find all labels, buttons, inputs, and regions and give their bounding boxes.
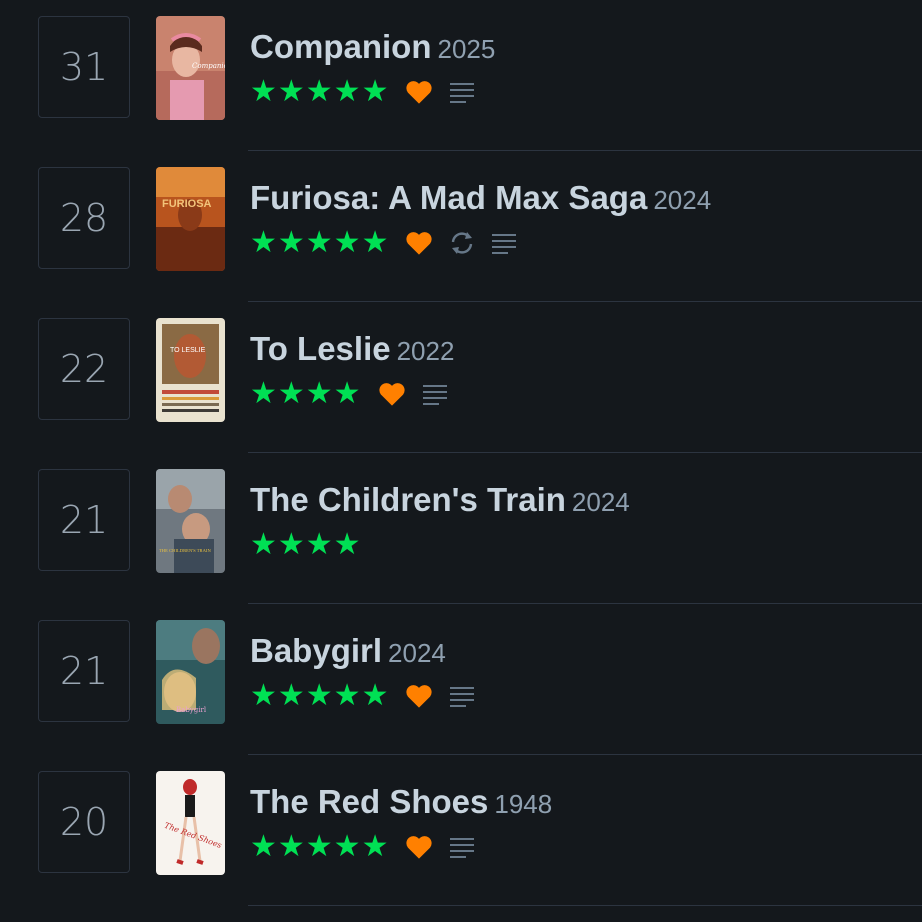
film-title[interactable]: To Leslie (250, 330, 391, 367)
film-year[interactable]: 2022 (397, 336, 455, 366)
review-lines-icon[interactable] (449, 836, 475, 858)
star-rating: ★★★★★ (250, 679, 390, 712)
star-rating: ★★★★★ (250, 226, 390, 259)
diary-entry[interactable]: 31 Companion Companion2025 ★★★★★ (0, 0, 922, 151)
entry-meta: ★★★★★ (250, 680, 475, 712)
film-title[interactable]: Babygirl (250, 632, 382, 669)
poster-text: THE CHILDREN'S TRAIN (159, 548, 211, 553)
day-box[interactable]: 21 (38, 469, 130, 571)
film-year[interactable]: 1948 (494, 789, 552, 819)
heart-icon (405, 79, 433, 105)
review-lines-icon[interactable] (449, 685, 475, 707)
star-rating: ★★★★ (250, 528, 362, 561)
review-lines-icon[interactable] (449, 81, 475, 103)
poster-companion[interactable]: Companion (156, 16, 225, 120)
film-title[interactable]: The Children's Train (250, 481, 566, 518)
poster-text: TO LESLIE (170, 347, 206, 354)
heart-icon (405, 230, 433, 256)
entry-meta: ★★★★ (250, 529, 362, 561)
film-title-line[interactable]: The Children's Train 2024 (250, 481, 630, 519)
review-lines-icon[interactable] (422, 383, 448, 405)
film-title-line[interactable]: Babygirl 2024 (250, 632, 446, 670)
entry-meta: ★★★★★ (250, 831, 475, 863)
diary-entry[interactable]: 28 FURIOSA Furiosa: A Mad Max Saga 2024 ★… (0, 151, 922, 302)
day-box[interactable]: 28 (38, 167, 130, 269)
star-rating: ★★★★★ (250, 830, 390, 863)
poster-babygirl[interactable]: Babygirl (156, 620, 225, 724)
day-box[interactable]: 31 (38, 16, 130, 118)
film-title-line[interactable]: Furiosa: A Mad Max Saga 2024 (250, 179, 711, 217)
star-rating: ★★★★ (250, 377, 362, 410)
film-title-line[interactable]: Companion 2025 (250, 28, 495, 66)
rewatch-icon (449, 230, 475, 256)
film-year[interactable]: 2025 (437, 34, 495, 64)
day-box[interactable]: 22 (38, 318, 130, 420)
heart-icon (405, 683, 433, 709)
film-title[interactable]: Companion (250, 28, 431, 65)
film-year[interactable]: 2024 (572, 487, 630, 517)
poster-text: FURIOSA (162, 198, 212, 210)
day-box[interactable]: 21 (38, 620, 130, 722)
poster-to-leslie[interactable]: TO LESLIE (156, 318, 225, 422)
day-box[interactable]: 20 (38, 771, 130, 873)
review-lines-icon[interactable] (491, 232, 517, 254)
film-year[interactable]: 2024 (388, 638, 446, 668)
entry-meta: ★★★★★ (250, 227, 517, 259)
poster-furiosa[interactable]: FURIOSA (156, 167, 225, 271)
star-rating: ★★★★★ (250, 75, 390, 108)
poster-text: Babygirl (176, 706, 207, 714)
poster-the-red-shoes[interactable]: The Red Shoes (156, 771, 225, 875)
diary-list: 31 Companion Companion2025 ★★★★★ 28 (0, 0, 922, 922)
diary-entry[interactable]: 20 The Red Shoes The Red Shoes 1948 ★★★★★ (0, 755, 922, 906)
entry-meta: ★★★★★ (250, 76, 475, 108)
diary-entry[interactable]: 21 THE CHILDREN'S TRAIN The Children's T… (0, 453, 922, 604)
diary-entry[interactable]: 21 Babygirl Babygirl 2024 ★★★★★ (0, 604, 922, 755)
heart-icon (405, 834, 433, 860)
film-title-line[interactable]: To Leslie 2022 (250, 330, 454, 368)
heart-icon (378, 381, 406, 407)
entry-meta: ★★★★ (250, 378, 448, 410)
row-divider (248, 905, 922, 906)
poster-text: Companion (192, 62, 225, 70)
film-title-line[interactable]: The Red Shoes 1948 (250, 783, 552, 821)
film-title[interactable]: Furiosa: A Mad Max Saga (250, 179, 647, 216)
film-year[interactable]: 2024 (653, 185, 711, 215)
diary-entry[interactable]: 22 TO LESLIE To Leslie 2022 ★★★★ (0, 302, 922, 453)
poster-the-childrens-train[interactable]: THE CHILDREN'S TRAIN (156, 469, 225, 573)
film-title[interactable]: The Red Shoes (250, 783, 488, 820)
